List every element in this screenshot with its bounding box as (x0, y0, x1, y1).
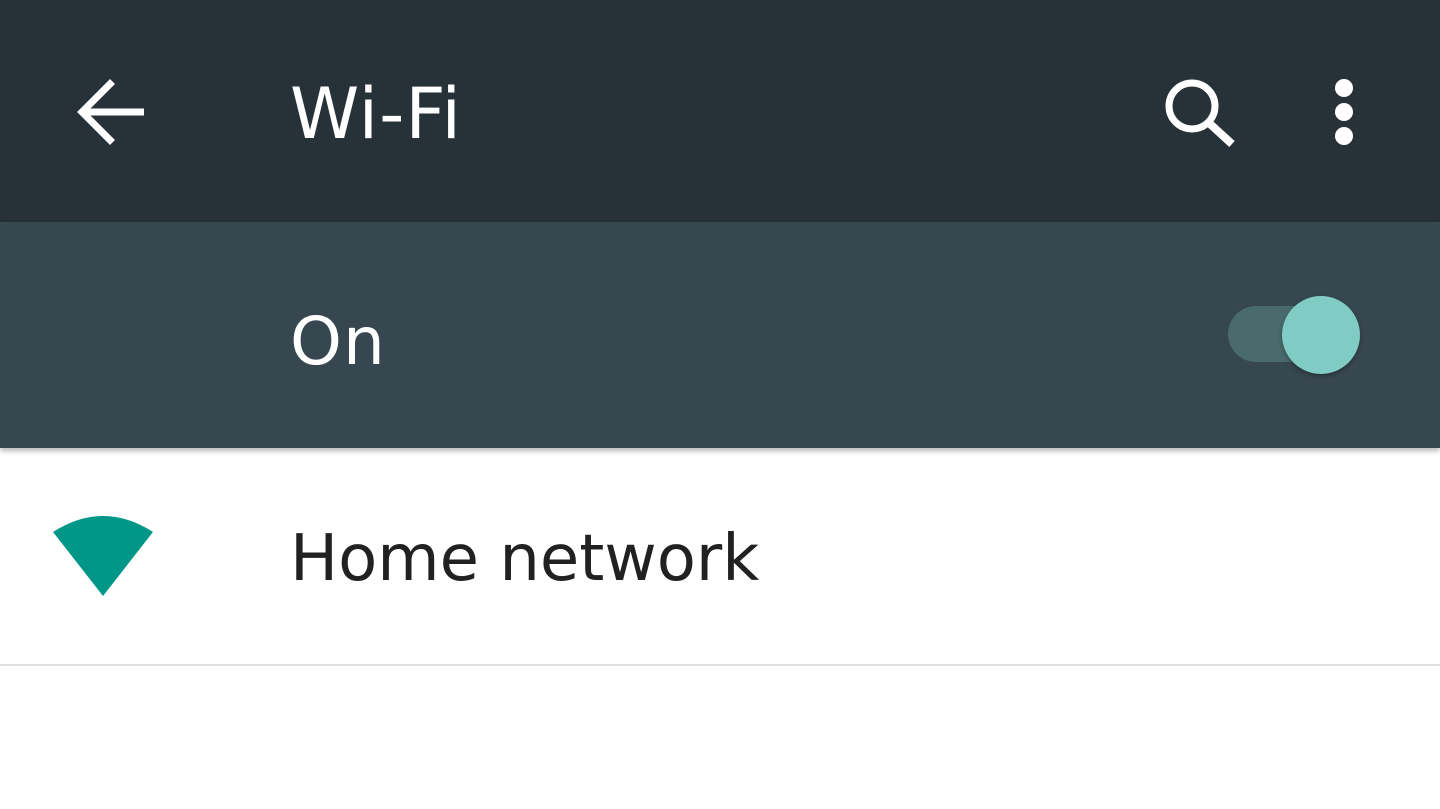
network-name: Home network (290, 522, 760, 596)
page-title: Wi-Fi (290, 73, 463, 155)
wifi-signal-icon (53, 516, 153, 596)
arrow-back-icon (77, 79, 144, 145)
wifi-settings-screen: Wi-Fi On Home network (0, 0, 1440, 809)
switch-label: On (290, 303, 386, 380)
app-toolbar: Wi-Fi (0, 0, 1440, 222)
search-button[interactable] (1160, 76, 1240, 152)
wifi-master-switch-bar[interactable]: On (0, 222, 1440, 448)
wifi-toggle-switch[interactable] (1226, 296, 1364, 378)
network-list-item[interactable]: Home network (0, 448, 1440, 666)
back-button[interactable] (74, 76, 150, 148)
more-options-button[interactable] (1318, 76, 1370, 148)
network-list: Home network (0, 448, 1440, 809)
search-icon (1165, 79, 1235, 147)
toggle-thumb[interactable] (1282, 296, 1360, 374)
more-vert-icon (1335, 79, 1353, 145)
